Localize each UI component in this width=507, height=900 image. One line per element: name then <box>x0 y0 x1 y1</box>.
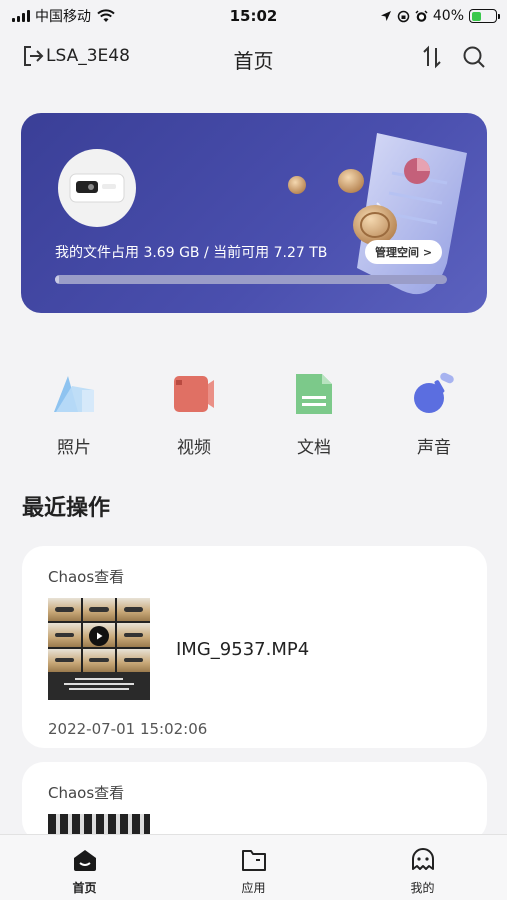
manage-storage-button[interactable]: 管理空间 > <box>365 240 443 264</box>
video-thumbnail[interactable] <box>48 598 150 700</box>
category-label: 照片 <box>57 438 91 458</box>
profile-icon <box>411 848 434 870</box>
nav-item-apps[interactable]: 应用 <box>169 835 338 900</box>
storage-progress-fill <box>55 275 59 284</box>
storage-progress-bar <box>55 275 447 284</box>
battery-icon <box>469 9 500 23</box>
status-bar: 中国移动 15:02 40% <box>0 0 507 32</box>
video-icon <box>174 376 214 412</box>
category-label: 文档 <box>297 438 331 458</box>
category-label: 视频 <box>177 438 211 458</box>
nav-label: 应用 <box>241 881 266 895</box>
header: LSA_3E48 首页 <box>0 36 507 80</box>
device-image <box>58 149 136 227</box>
location-icon <box>380 11 391 21</box>
category-grid: 照片 视频 文档 声音 <box>14 372 494 458</box>
carrier-name: 中国移动 <box>35 9 91 25</box>
photo-icon <box>54 376 94 412</box>
folder-icon <box>241 850 266 871</box>
nas-device-icon <box>69 173 125 203</box>
transfer-icon <box>423 45 441 69</box>
document-icon <box>296 374 332 414</box>
nav-item-home[interactable]: 首页 <box>0 835 169 900</box>
bottom-nav: 首页 应用 我的 <box>0 834 507 900</box>
screen-lock-icon <box>397 10 410 22</box>
activity-user-action: Chaos查看 <box>48 784 125 802</box>
signal-icon <box>12 10 30 22</box>
nav-item-profile[interactable]: 我的 <box>338 835 507 900</box>
transfer-button[interactable] <box>419 44 445 70</box>
device-switch-button[interactable]: LSA_3E48 <box>22 44 130 68</box>
storage-card[interactable]: 我的文件占用 3.69 GB / 当前可用 7.27 TB 管理空间 > <box>21 113 487 313</box>
alarm-icon <box>415 9 428 22</box>
activity-time: 2022-07-01 15:02:06 <box>48 720 208 738</box>
category-documents[interactable]: 文档 <box>254 372 374 458</box>
home-icon <box>73 850 96 871</box>
storage-usage-text: 我的文件占用 3.69 GB / 当前可用 7.27 TB <box>55 245 328 261</box>
category-photos[interactable]: 照片 <box>14 372 134 458</box>
exit-icon <box>24 46 44 66</box>
nav-label: 首页 <box>72 881 97 895</box>
play-icon <box>89 626 109 646</box>
category-audio[interactable]: 声音 <box>374 372 494 458</box>
file-name: IMG_9537.MP4 <box>176 639 310 660</box>
search-button[interactable] <box>461 44 487 70</box>
activity-card[interactable]: Chaos查看 IMG_9537.MP4 2022-07-01 15:02:06 <box>22 546 487 748</box>
recent-section-title: 最近操作 <box>22 496 111 521</box>
activity-card[interactable]: Chaos查看 <box>22 762 487 842</box>
category-label: 声音 <box>417 438 451 458</box>
activity-user-action: Chaos查看 <box>48 568 125 586</box>
wifi-icon <box>97 9 115 22</box>
nav-label: 我的 <box>410 881 435 895</box>
search-icon <box>463 46 485 68</box>
category-videos[interactable]: 视频 <box>134 372 254 458</box>
device-name: LSA_3E48 <box>46 46 130 66</box>
audio-icon <box>414 372 454 413</box>
battery-percent: 40% <box>432 8 464 24</box>
